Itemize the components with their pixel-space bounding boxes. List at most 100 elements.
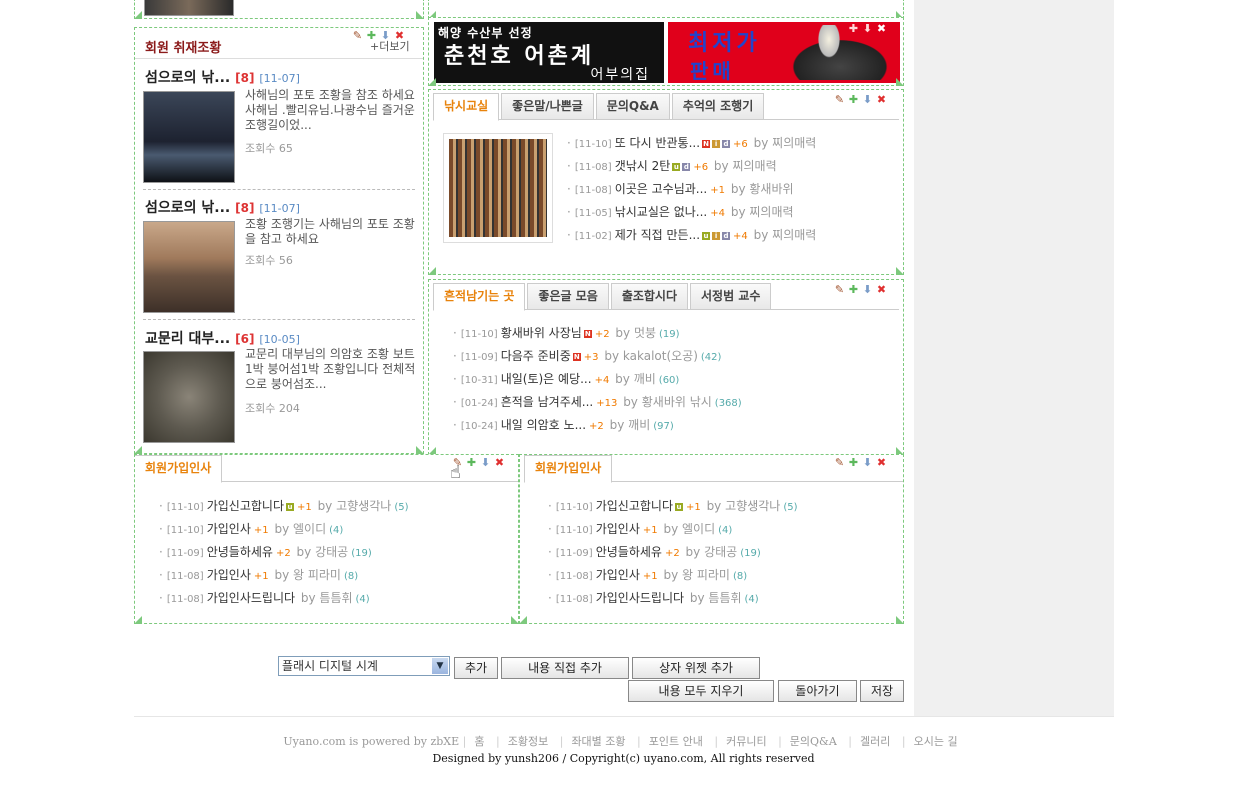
widget-type-select[interactable]: 플래시 디지털 시계 ▼ [278,656,450,676]
banner-chuncheon[interactable]: 해양 수산부 선정 춘천호 어촌계 어부의집 [434,22,664,83]
tab-member-greeting[interactable]: 회원가입인사 [135,455,223,483]
list-item[interactable]: · [10-31] 내일(토)은 예당... +4 by 깨비 (60) [453,368,742,391]
member-photo-widget: 회원 취재조황 ✎ ✚ ⬇ ✖ +더보기 섬으로의 낚... [8] [11-0… [134,27,424,454]
figure-image [816,25,842,61]
tab-professor[interactable]: 서정범 교수 [690,283,772,309]
delete-icon[interactable]: ✖ [876,457,887,469]
list-item[interactable]: · [11-08] 갯낚시 2탄 u d +6 by 찌의매력 [567,155,816,178]
footer-link-directions[interactable]: 오시는 길 [914,735,958,748]
edit-icon[interactable]: ✎ [834,94,845,106]
add-icon[interactable]: ✚ [848,23,859,35]
more-link[interactable]: +더보기 [370,38,410,54]
list-item[interactable]: · [10-24] 내일 의암호 노... +2 by 깨비 (97) [453,414,742,437]
clear-all-content-button[interactable]: 내용 모두 지우기 [628,680,774,702]
footer-link-catch-info[interactable]: 조황정보 [508,735,548,748]
list-item[interactable]: · [11-05] 낚시교실은 없나... +4 by 찌의매력 [567,201,816,224]
news-date: [10-05] [259,333,300,346]
widget-controls: ✚ ⬇ ✖ [848,23,887,35]
resize-corner [896,78,904,86]
delete-icon[interactable]: ✖ [876,94,887,106]
tab-good-bad-words[interactable]: 좋은말/나쁜글 [501,93,594,119]
tab-fishing-class[interactable]: 낚시교실 [433,93,500,121]
move-down-icon[interactable]: ⬇ [862,23,873,35]
news-date: [11-07] [259,202,300,215]
list-item[interactable]: · [11-09] 다음주 준비중 N +3 by kakalot(오공) (42) [453,345,742,368]
list-item[interactable]: · [11-09] 안녕들하세유 +2 by 강태공 (19) [548,541,797,564]
tab-lets-go-fishing[interactable]: 출조합시다 [610,283,689,309]
edit-icon[interactable]: ✎ [834,284,845,296]
tab-qna[interactable]: 문의Q&A [595,93,670,119]
list-item[interactable]: · [11-08] 가입인사드립니다 by 틈틈휘 (4) [548,587,797,610]
tab-bar: 흔적남기는 곳 좋은글 모음 출조합시다 서정범 교수 [433,283,899,311]
list-item[interactable]: · [11-08] 가입인사 +1 by 왕 피라미 (8) [548,564,797,587]
list-item[interactable]: · [11-10] 가입인사 +1 by 엘이디 (4) [548,518,797,541]
footer-link-qna[interactable]: 문의Q&A [790,735,837,748]
copyright-text: Designed by yunsh206 / Copyright(c) uyan… [432,752,815,765]
list-item[interactable]: · [11-10] 또 다시 반관통... Ni d +6 by 찌의매력 [567,132,816,155]
news-item-header[interactable]: 섬으로의 낚... [8] [11-07] [145,67,300,87]
add-icon[interactable]: ✚ [848,457,859,469]
item-separator [143,319,415,320]
news-title[interactable]: 교문리 대부... [145,331,230,347]
move-down-icon[interactable]: ⬇ [862,284,873,296]
footer-link-community[interactable]: 커뮤니티 [726,735,766,748]
delete-icon[interactable]: ✖ [876,284,887,296]
news-thumbnail[interactable] [143,351,235,443]
add-icon[interactable]: ✚ [848,284,859,296]
footer-link-points[interactable]: 포인트 안내 [649,735,703,748]
news-thumbnail[interactable] [143,91,235,183]
list-item[interactable]: · [11-08] 가입인사드립니다 by 틈틈휘 (4) [159,587,408,610]
edit-icon[interactable]: ✎ [352,30,363,42]
item-separator [143,189,415,190]
list-item[interactable]: · [11-09] 안녕들하세유 +2 by 강태공 (19) [159,541,408,564]
list-item[interactable]: · [11-10] 가입신고합니다 u +1 by 고향생각나 (5) [159,495,408,518]
comment-count: [8] [235,71,255,85]
view-count: 조회수 204 [245,402,300,415]
move-down-icon[interactable]: ⬇ [862,94,873,106]
tab-member-greeting[interactable]: 회원가입인사 [524,455,613,483]
list-item[interactable]: · [11-10] 황새바위 사장님 N +2 by 멋붕 (19) [453,322,742,345]
delete-icon[interactable]: ✖ [876,23,887,35]
add-button[interactable]: 추가 [454,657,498,679]
edit-icon[interactable]: ✎ [834,457,845,469]
add-box-widget-button[interactable]: 상자 위젯 추가 [632,657,760,679]
add-content-direct-button[interactable]: 내용 직접 추가 [501,657,629,679]
footer-link-gallery[interactable]: 겔러리 [860,735,890,748]
list-item[interactable]: · [11-08] 이곳은 고수님과... +1 by 황새바위 [567,178,816,201]
save-button[interactable]: 저장 [860,680,904,702]
add-icon[interactable]: ✚ [466,457,477,469]
footer-nav: Uyano.com is powered by zbXE | 홈 | 조황정보 | 좌… [283,735,958,748]
list-item[interactable]: · [11-10] 가입신고합니다 u +1 by 고향생각나 (5) [548,495,797,518]
tab-leave-traces[interactable]: 흔적남기는 곳 [433,283,526,311]
photo-thumbnail[interactable] [144,0,234,16]
add-icon[interactable]: ✚ [848,94,859,106]
news-title[interactable]: 섬으로의 낚... [145,70,230,86]
resize-corner [134,11,142,19]
news-title[interactable]: 섬으로의 낚... [145,200,230,216]
news-item-header[interactable]: 섬으로의 낚... [8] [11-07] [145,197,300,217]
news-thumbnail[interactable] [143,221,235,313]
traces-post-list: · [11-10] 황새바위 사장님 N +2 by 멋붕 (19) · [11-09] 다음… [453,322,742,437]
tab-memory-trips[interactable]: 추억의 조행기 [671,93,765,119]
banner-lowest-price[interactable]: 최저가 판매 ✚ ⬇ ✖ [668,22,900,83]
footer-link-home[interactable]: 홈 [474,735,484,748]
list-item[interactable]: · [11-08] 가입인사 +1 by 왕 피라미 (8) [159,564,408,587]
list-item[interactable]: · [01-24] 흔적을 남겨주세... +13 by 황새바위 낚시 (368) [453,391,742,414]
move-down-icon[interactable]: ⬇ [862,457,873,469]
news-item-header[interactable]: 교문리 대부... [6] [10-05] [145,328,300,348]
back-button[interactable]: 돌아가기 [778,680,857,702]
footer-link-platform-catch[interactable]: 좌대별 조황 [571,735,625,748]
widget-controls: ✎ ✚ ⬇ ✖ [834,284,887,296]
delete-icon[interactable]: ✖ [494,457,505,469]
list-item[interactable]: · [11-02] 제가 직접 만든... u i d +4 by 찌의매력 [567,224,816,247]
widget-title: 회원 취재조황 [145,41,222,56]
tab-good-posts[interactable]: 좋은글 모음 [527,283,609,309]
post-thumbnail-frame[interactable] [443,133,553,243]
list-item[interactable]: · [11-10] 가입인사 +1 by 엘이디 (4) [159,518,408,541]
banner-widget: 해양 수산부 선정 춘천호 어촌계 어부의집 최저가 판매 ✚ ⬇ ✖ [428,17,904,86]
news-description: 교문리 대부님의 의암호 조황 보트1박 붕어섬1박 조황입니다 전체적으로 붕… [245,347,416,391]
move-down-icon[interactable]: ⬇ [480,457,491,469]
top-left-widget-remnant [134,0,424,19]
comment-count: [6] [235,332,255,346]
chevron-down-icon[interactable]: ▼ [432,658,448,674]
